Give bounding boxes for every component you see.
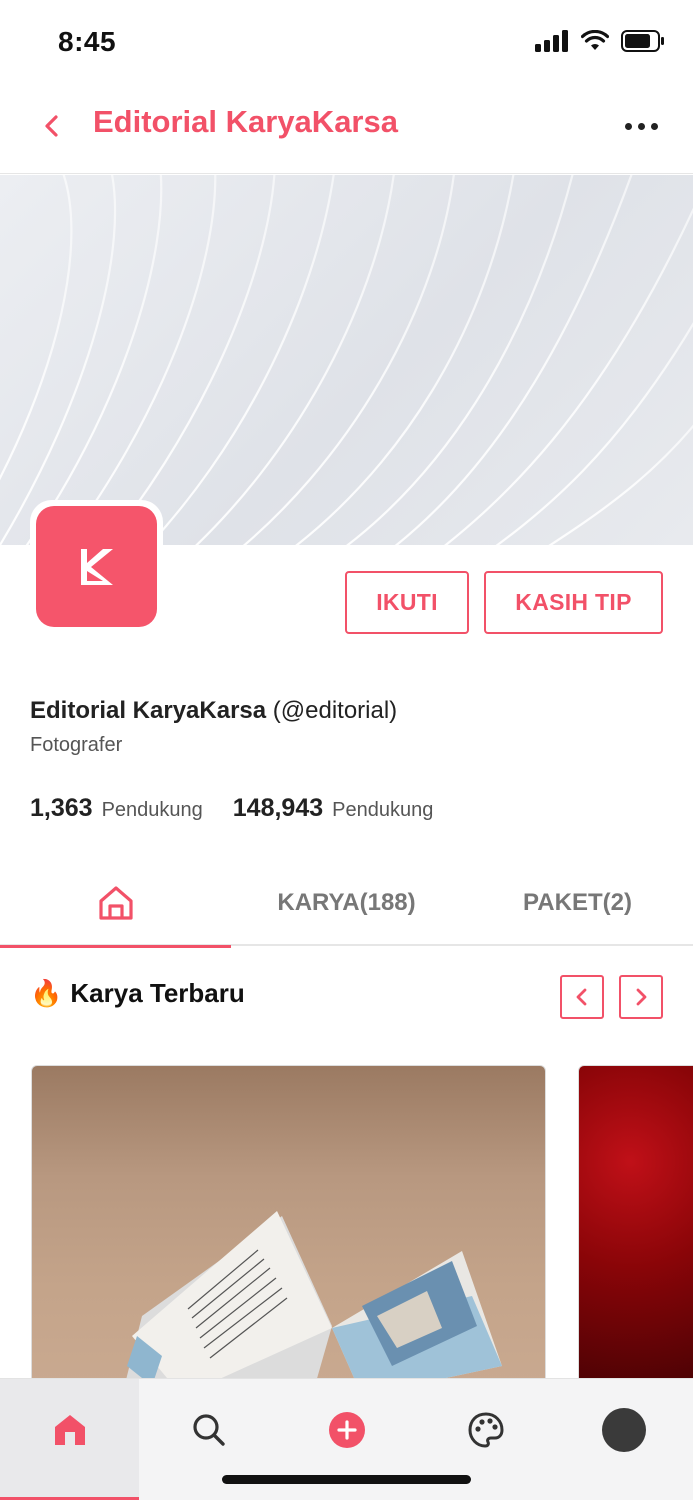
- tab-karya[interactable]: KARYA(188): [231, 860, 462, 946]
- palette-icon: [467, 1412, 504, 1448]
- tip-button[interactable]: KASIH TIP: [484, 571, 663, 634]
- avatar-icon: [602, 1408, 646, 1452]
- signal-icon: [535, 30, 568, 52]
- profile-name: Editorial KaryaKarsa (@editorial): [30, 697, 397, 725]
- avatar[interactable]: [30, 500, 163, 633]
- status-time: 8:45: [58, 26, 117, 57]
- stat-value: 1,363: [30, 794, 93, 822]
- plus-circle-icon: [329, 1412, 365, 1448]
- chevron-left-icon: [576, 988, 587, 1006]
- work-card[interactable]: [578, 1065, 693, 1385]
- nav-profile[interactable]: [555, 1379, 693, 1500]
- home-icon: [54, 1415, 85, 1445]
- back-button[interactable]: [32, 106, 72, 146]
- tab-paket[interactable]: PAKET(2): [462, 860, 693, 946]
- carousel-next-button[interactable]: [619, 975, 663, 1019]
- cover-image: [0, 175, 693, 545]
- chevron-right-icon: [636, 988, 647, 1006]
- more-options-button[interactable]: [617, 106, 665, 146]
- nav-home[interactable]: [0, 1379, 139, 1500]
- battery-icon: [621, 30, 664, 52]
- cover-waves: [0, 175, 693, 545]
- karyakarsa-logo-icon: [80, 548, 113, 585]
- chevron-left-icon: [45, 115, 58, 137]
- stat-value: 148,943: [232, 794, 324, 822]
- home-icon: [98, 886, 133, 920]
- wifi-icon: [581, 30, 609, 50]
- more-horizontal-icon: [624, 122, 632, 130]
- app-header: Editorial KaryaKarsa: [0, 84, 693, 174]
- carousel-prev-button[interactable]: [560, 975, 604, 1019]
- page-title: Editorial KaryaKarsa: [93, 104, 398, 139]
- fire-icon: 🔥: [30, 978, 63, 1008]
- status-icons: [535, 30, 665, 52]
- stat-label: Pendukung: [332, 799, 434, 821]
- section-title: 🔥 Karya Terbaru: [30, 978, 245, 1009]
- tab-home[interactable]: [0, 860, 231, 948]
- profile-role: Fotografer: [30, 734, 123, 756]
- search-icon: [192, 1414, 225, 1446]
- profile-stats: 1,363 Pendukung 148,943 Pendukung: [30, 794, 433, 823]
- status-bar: 8:45: [0, 0, 693, 84]
- section-title-text: Karya Terbaru: [70, 978, 245, 1008]
- profile-tabs: KARYA(188) PAKET(2): [0, 860, 693, 948]
- profile-handle: (@editorial): [272, 697, 398, 724]
- book-image: [125, 1211, 502, 1384]
- home-indicator: [222, 1475, 471, 1484]
- work-card[interactable]: [31, 1065, 546, 1385]
- display-name: Editorial KaryaKarsa: [30, 697, 267, 724]
- stat-label: Pendukung: [101, 799, 203, 821]
- follow-button[interactable]: IKUTI: [345, 571, 469, 634]
